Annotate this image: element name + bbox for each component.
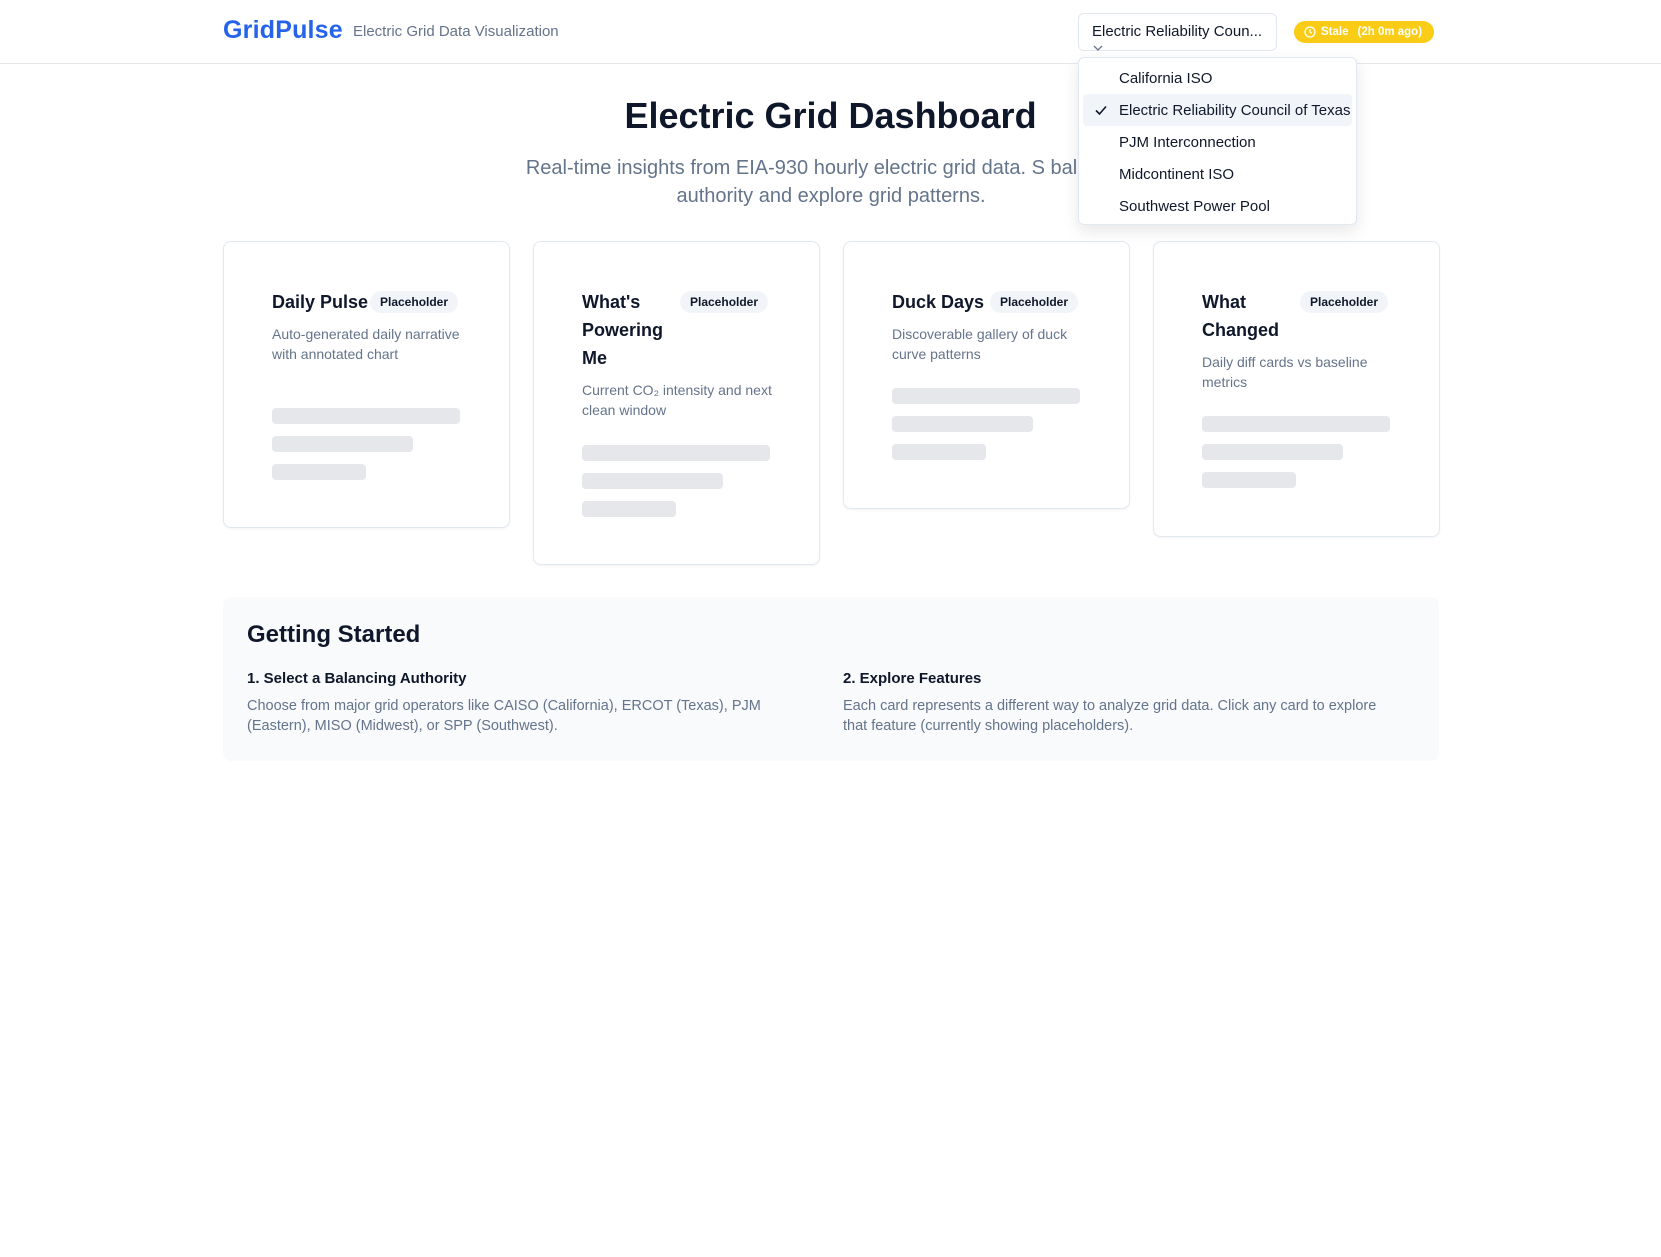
- card-title: What Changed: [1202, 292, 1280, 340]
- menu-option-ercot[interactable]: Electric Reliability Council of Texas: [1083, 94, 1352, 126]
- step-heading: 2. Explore Features: [843, 670, 982, 687]
- menu-option-label: PJM Interconnection: [1119, 133, 1256, 151]
- skeleton-line: [892, 444, 986, 460]
- top-header: GridPulse Electric Grid Data Visualizati…: [0, 0, 1661, 64]
- skeleton-line: [1202, 444, 1343, 460]
- status-badge: Stale (2h 0m ago): [1294, 21, 1435, 43]
- getting-started-title: Getting Started: [247, 621, 421, 648]
- skeleton-line: [272, 464, 366, 480]
- skeleton-line: [582, 473, 723, 489]
- status-age: (2h 0m ago): [1357, 26, 1423, 38]
- balancing-authority-select[interactable]: Electric Reliability Coun...: [1078, 13, 1277, 51]
- clock-icon: [1304, 26, 1316, 38]
- card-title: Duck Days: [892, 292, 985, 312]
- placeholder-badge: Placeholder: [1300, 291, 1389, 313]
- menu-option-label: Electric Reliability Council of Texas: [1119, 101, 1351, 119]
- menu-option-label: Southwest Power Pool: [1119, 197, 1270, 215]
- card-title: Daily Pulse: [272, 292, 369, 312]
- balancing-authority-menu: California ISO Electric Reliability Coun…: [1078, 57, 1357, 225]
- placeholder-badge: Placeholder: [370, 291, 459, 313]
- page-title: Electric Grid Dashboard: [624, 95, 1037, 136]
- menu-option-spp[interactable]: Southwest Power Pool: [1083, 190, 1352, 222]
- card-description: Current CO₂ intensity and next clean win…: [582, 382, 772, 418]
- skeleton-line: [272, 408, 460, 424]
- check-icon: [1095, 105, 1107, 116]
- step-text: Each card represents a different way to …: [843, 698, 1377, 734]
- step-text: Choose from major grid operators like CA…: [247, 698, 761, 734]
- menu-option-miso[interactable]: Midcontinent ISO: [1083, 158, 1352, 190]
- placeholder-badge: Placeholder: [680, 291, 769, 313]
- skeleton-line: [1202, 472, 1296, 488]
- chevron-down-icon: [1093, 45, 1103, 51]
- menu-option-label: California ISO: [1119, 69, 1213, 87]
- skeleton-line: [582, 445, 770, 461]
- placeholder-badge: Placeholder: [990, 291, 1079, 313]
- card-description: Auto-generated daily narrative with anno…: [272, 326, 460, 362]
- menu-option-pjm[interactable]: PJM Interconnection: [1083, 126, 1352, 158]
- card-title: What's Powering Me: [582, 292, 664, 368]
- skeleton-line: [272, 436, 413, 452]
- brand-logo[interactable]: GridPulse: [223, 16, 343, 45]
- page-subtitle: Real-time insights from EIA-930 hourly e…: [525, 157, 1137, 207]
- feature-card-whats-powering-me[interactable]: What's Powering Me Placeholder Current C…: [533, 241, 820, 565]
- menu-option-caiso[interactable]: California ISO: [1083, 62, 1352, 94]
- step-heading: 1. Select a Balancing Authority: [247, 670, 467, 687]
- brand-tagline: Electric Grid Data Visualization: [353, 23, 559, 40]
- skeleton-line: [582, 501, 676, 517]
- skeleton-line: [892, 388, 1080, 404]
- feature-card-duck-days[interactable]: Duck Days Placeholder Discoverable galle…: [843, 241, 1130, 509]
- skeleton-line: [1202, 416, 1390, 432]
- getting-started-panel: Getting Started 1. Select a Balancing Au…: [223, 597, 1439, 761]
- menu-option-label: Midcontinent ISO: [1119, 165, 1235, 183]
- status-label: Stale: [1321, 26, 1349, 38]
- feature-card-daily-pulse[interactable]: Daily Pulse Placeholder Auto-generated d…: [223, 241, 510, 528]
- select-value: Electric Reliability Coun...: [1092, 23, 1263, 40]
- feature-card-what-changed[interactable]: What Changed Placeholder Daily diff card…: [1153, 241, 1440, 537]
- card-description: Daily diff cards vs baseline metrics: [1202, 354, 1368, 390]
- card-description: Discoverable gallery of duck curve patte…: [892, 326, 1068, 362]
- skeleton-line: [892, 416, 1033, 432]
